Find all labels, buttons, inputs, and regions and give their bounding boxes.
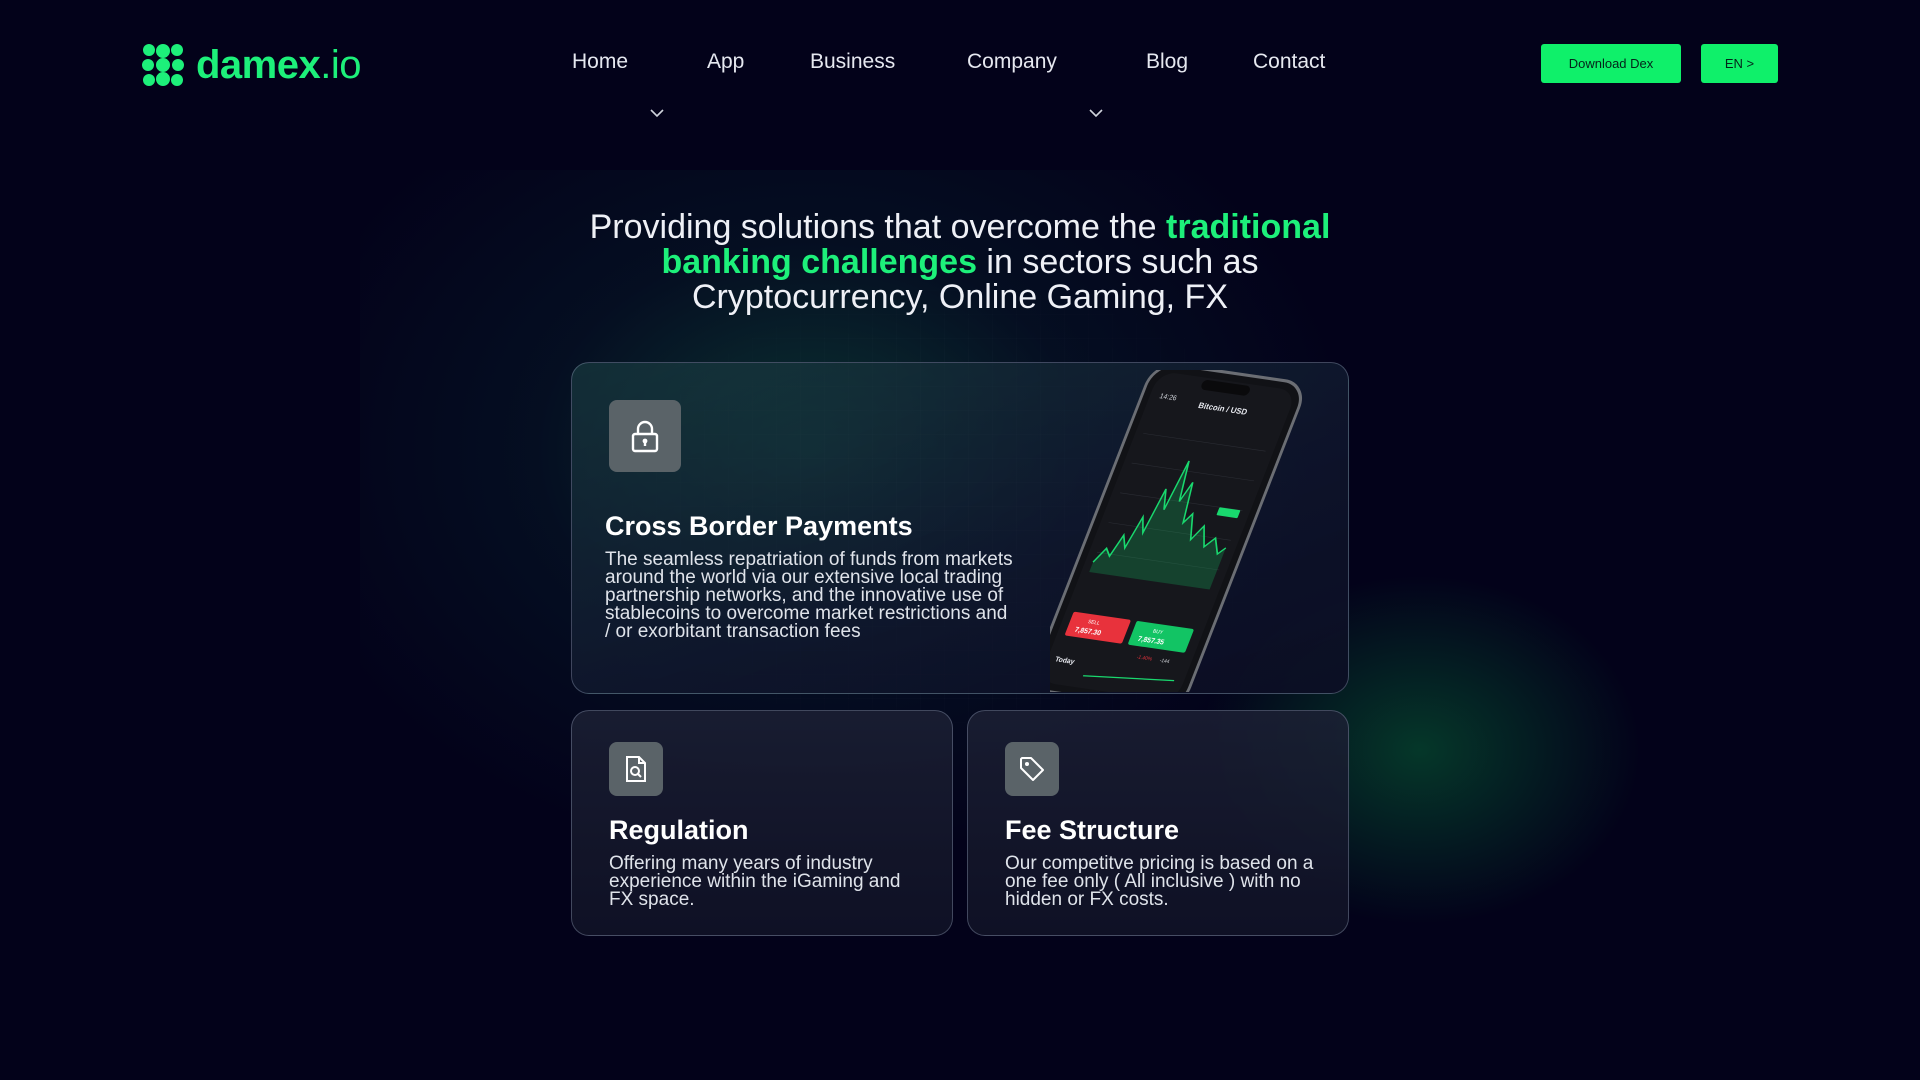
nav-company[interactable]: Company: [967, 50, 1057, 74]
card-description: The seamless repatriation of funds from …: [605, 549, 1013, 642]
icon-container: [1005, 742, 1059, 796]
nav-home[interactable]: Home: [572, 50, 628, 74]
download-dex-button[interactable]: Download Dex: [1541, 44, 1681, 83]
card-regulation: Regulation Offering many years of indust…: [571, 710, 953, 936]
nav-blog[interactable]: Blog: [1146, 50, 1188, 74]
nav-contact[interactable]: Contact: [1253, 50, 1325, 74]
icon-container: [609, 400, 681, 472]
lock-icon: [631, 420, 659, 453]
logo-text: damex.io: [196, 42, 361, 87]
card-description: Offering many years of industry experien…: [609, 853, 901, 910]
card-title: Regulation: [609, 815, 749, 845]
logo[interactable]: damex.io: [140, 42, 361, 88]
icon-container: [609, 742, 663, 796]
phone-trading-app-image: 14:26 Bitcoin / USD SELL 7,857.30 BUY 7,…: [1050, 370, 1302, 692]
hero-headline: Providing solutions that overcome the tr…: [589, 208, 1331, 316]
chevron-down-icon[interactable]: [1089, 108, 1103, 118]
card-fee-structure: Fee Structure Our competitve pricing is …: [967, 710, 1349, 936]
nav-business[interactable]: Business: [810, 50, 895, 74]
chevron-down-icon[interactable]: [650, 108, 664, 118]
price-tag-icon: [1020, 757, 1044, 781]
damex-logo-icon: [142, 44, 184, 86]
nav-app[interactable]: App: [707, 50, 744, 74]
card-title: Cross Border Payments: [605, 511, 913, 541]
card-title: Fee Structure: [1005, 815, 1180, 845]
card-description: Our competitve pricing is based on a one…: [1005, 853, 1314, 910]
document-search-icon: [626, 756, 646, 782]
language-button[interactable]: EN >: [1701, 44, 1778, 83]
